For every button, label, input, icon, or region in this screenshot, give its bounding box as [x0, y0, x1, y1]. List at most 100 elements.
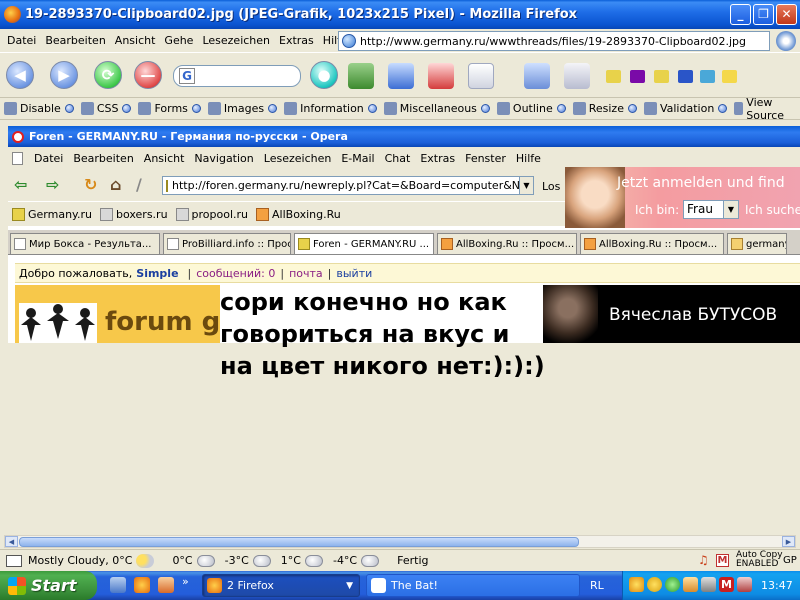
firefox-navigation-toolbar: ◀ ▶ ⟳ — G ● [0, 53, 800, 98]
firefox-status-bar: Mostly Cloudy, 0°C 0°C -3°C 1°C -4°C Fer… [0, 549, 800, 571]
ext-forms[interactable]: Forms [138, 102, 201, 115]
ext-validation[interactable]: Validation [643, 102, 728, 115]
ext-css[interactable]: CSS [80, 102, 132, 115]
search-box[interactable]: G [173, 65, 301, 87]
music-note-icon[interactable]: ♫ [698, 554, 711, 567]
stop-button[interactable]: — [134, 61, 162, 89]
minimize-button[interactable]: _ [730, 4, 751, 25]
network-icon[interactable] [701, 577, 716, 592]
home-icon[interactable] [348, 63, 374, 89]
forecast-2: -3°C [225, 554, 271, 567]
language-indicator[interactable]: RL [590, 579, 604, 592]
weather-icon[interactable] [700, 70, 715, 83]
menu-gehe[interactable]: Gehe [160, 34, 197, 47]
close-button[interactable]: ✕ [776, 4, 797, 25]
ext-disable[interactable]: Disable [4, 102, 74, 115]
tray-icon-7[interactable] [737, 577, 752, 592]
images-icon [207, 102, 221, 115]
yahoo-icon[interactable] [630, 70, 645, 83]
germany-ru-favicon-icon [12, 207, 25, 221]
link-allboxing-ru: AllBoxing.Ru [256, 207, 341, 221]
show-desktop-icon[interactable] [110, 577, 126, 593]
woman-photo [565, 167, 625, 228]
menu-extras[interactable]: Extras [275, 34, 318, 47]
firefox-title-bar: 19-2893370-Clipboard02.jpg (JPEG-Grafik,… [0, 0, 800, 29]
opera-menu-bearbeiten: Bearbeiten [73, 151, 134, 165]
go-button[interactable]: ● [310, 61, 338, 89]
globe-icon [342, 34, 356, 48]
link-icon[interactable] [678, 70, 693, 83]
scrollbar-thumb[interactable] [19, 537, 579, 547]
caption-line-1: сори конечно но как [220, 286, 540, 318]
mail-notifier-icon[interactable]: M [719, 577, 734, 592]
germany-ru-icon-2[interactable] [654, 70, 669, 83]
opera-url-field: http://foren.germany.ru/newreply.pl?Cat=… [162, 176, 534, 195]
bat-quicklaunch-icon[interactable] [158, 577, 174, 593]
ext-resize[interactable]: Resize [572, 102, 637, 115]
ext-view-source[interactable]: View Source [734, 96, 793, 122]
opera-tab: AllBoxing.Ru :: Просм... [437, 233, 577, 254]
page-icon [14, 238, 26, 250]
bookmark-remove-icon[interactable] [428, 63, 454, 89]
ext-miscellaneous[interactable]: Miscellaneous [383, 102, 490, 115]
opera-menu-datei: Datei [34, 151, 64, 165]
tray-icon-1[interactable] [629, 577, 644, 592]
taskbar-firefox[interactable]: 2 Firefox ▼ [202, 574, 360, 597]
signature-icon[interactable] [564, 63, 590, 89]
germany-ru-icon[interactable] [606, 70, 621, 83]
bookmark-add-icon[interactable] [388, 63, 414, 89]
firefox-quicklaunch-icon[interactable] [134, 577, 150, 593]
reload-button[interactable]: ⟳ [94, 61, 122, 89]
welcome-bar: Добро пожаловать, Simple | сообщений: 0 … [15, 263, 800, 283]
opera-personal-bar: Germany.ru boxers.ru propool.ru AllBoxin… [8, 202, 565, 226]
ext-images[interactable]: Images [207, 102, 278, 115]
germany-ru-favicon-icon [298, 238, 310, 250]
chevron-down-icon: ▼ [346, 580, 353, 591]
forward-button[interactable]: ▶ [50, 61, 78, 89]
opera-menu-navigation: Navigation [194, 151, 254, 165]
menu-ansicht[interactable]: Ansicht [111, 34, 160, 47]
firefox-url-bar[interactable]: http://www.germany.ru/wwwthreads/files/1… [338, 31, 770, 51]
opera-url-text: http://foren.germany.ru/newreply.pl?Cat=… [172, 179, 534, 192]
information-icon [284, 102, 298, 115]
menu-datei[interactable]: Datei [3, 34, 40, 47]
opera-go-label: Los [542, 180, 561, 193]
bat-icon [371, 578, 386, 593]
scroll-left-icon[interactable]: ◀ [5, 536, 18, 547]
view-source-icon [734, 102, 744, 115]
ext-information[interactable]: Information [284, 102, 377, 115]
quicklaunch-more-icon[interactable]: » [182, 575, 189, 588]
link-germany-ru: Germany.ru [12, 207, 92, 221]
restore-button[interactable]: ❐ [753, 4, 774, 25]
horizontal-scrollbar[interactable]: ◀ ▶ [4, 535, 796, 548]
clock[interactable]: 13:47 [761, 579, 793, 592]
caption-line-2: говориться на вкус и [220, 320, 510, 348]
forum-logo-text: forum ge [105, 307, 220, 337]
taskbar-the-bat[interactable]: The Bat! [366, 574, 580, 597]
autocopy-status[interactable]: Auto Copy ENABLED [736, 551, 783, 569]
ad-gender-select: Frau ▼ [683, 200, 739, 219]
windows-taskbar: Start » 2 Firefox ▼ The Bat! RL M 13:47 [0, 571, 800, 600]
disable-icon [4, 102, 17, 115]
cloud-icon [252, 554, 271, 567]
back-button[interactable]: ◀ [6, 61, 34, 89]
edit-icon[interactable] [524, 63, 550, 89]
smiley-icon[interactable] [647, 577, 662, 592]
scroll-right-icon[interactable]: ▶ [782, 536, 795, 547]
icq-icon[interactable] [665, 577, 680, 592]
opera-edit-icon: / [136, 175, 142, 194]
dropdown-dot-icon [718, 104, 728, 113]
ad-ich-bin-label: Ich bin: [635, 203, 680, 217]
ext-outline[interactable]: Outline [496, 102, 566, 115]
menu-bearbeiten[interactable]: Bearbeiten [41, 34, 109, 47]
dropdown-dot-icon [64, 104, 74, 113]
mail-icon[interactable] [468, 63, 494, 89]
start-button[interactable]: Start [0, 571, 97, 600]
forms-icon [138, 102, 152, 115]
tray-icon-4[interactable] [683, 577, 698, 592]
gmail-icon[interactable]: M [716, 554, 729, 567]
weather-current[interactable]: Mostly Cloudy, 0°C [28, 553, 155, 568]
menu-lesezeichen[interactable]: Lesezeichen [198, 34, 274, 47]
system-tray: M 13:47 [622, 571, 800, 600]
bulb-icon[interactable] [722, 70, 737, 83]
